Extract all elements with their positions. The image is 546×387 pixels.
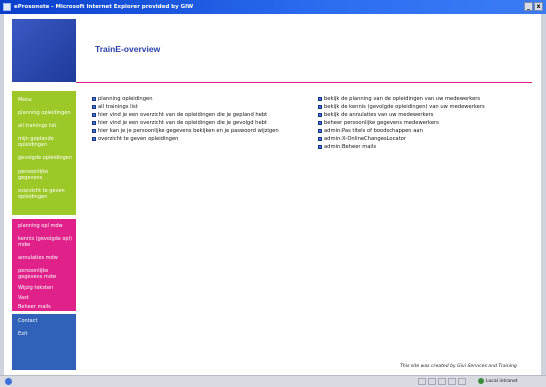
header-divider	[76, 82, 532, 83]
sidebar-item-wijzig-teksten[interactable]: Wijzig teksten	[18, 285, 74, 292]
minimize-button[interactable]: _	[524, 2, 533, 11]
sidebar-menu-general: Contact Exit	[12, 314, 76, 370]
link-admin-beheer-mails[interactable]: admin:Beheer mails	[318, 144, 376, 150]
link-planning-opleidingen[interactable]: planning opleidingen	[92, 96, 153, 102]
link-bullet-icon	[92, 97, 96, 101]
page-viewport	[0, 14, 546, 375]
sidebar-item-contact[interactable]: Contact	[18, 318, 74, 325]
window-border-right	[541, 14, 546, 375]
sidebar-item-persoonlijke-gegevens-mdw[interactable]: persoonlijke gegevens mdw	[18, 268, 74, 280]
link-label: bekijk de annulaties van uw medewerkers	[324, 112, 434, 118]
link-label: hier kan je je persoonlijke gegevens bek…	[98, 128, 279, 134]
link-label: all trainings list	[98, 104, 138, 110]
link-bullet-icon	[92, 121, 96, 125]
window-border-left	[0, 14, 4, 375]
link-label: bekijk de kennis (gevolgde opleidingen) …	[324, 104, 485, 110]
window-title-bar[interactable]: eProsonote - Microsoft Internet Explorer…	[0, 0, 546, 14]
browser-icon	[3, 3, 11, 11]
status-panels	[418, 378, 466, 385]
sidebar-heading-menu: Menu	[18, 97, 32, 103]
link-bullet-icon	[318, 121, 322, 125]
link-label: admin:X-OnlineChangesLocator	[324, 136, 406, 142]
sidebar-item-overzicht-te-geven[interactable]: overzicht te geven opleidingen	[18, 188, 74, 200]
sidebar-item-all-trainings-list[interactable]: all trainings list	[18, 123, 74, 130]
status-panel	[418, 378, 426, 385]
link-bullet-icon	[92, 113, 96, 117]
status-panel	[438, 378, 446, 385]
link-admin-changes-locator[interactable]: admin:X-OnlineChangesLocator	[318, 136, 406, 142]
status-panel	[428, 378, 436, 385]
link-label: bekijk de planning van de opleidingen va…	[324, 96, 481, 102]
link-bullet-icon	[318, 105, 322, 109]
link-gevolgd-overzicht[interactable]: hier vind je een overzicht van de opleid…	[92, 120, 267, 126]
link-admin-titels[interactable]: admin:Pas titels of boodschappen aan	[318, 128, 423, 134]
link-gepland-overzicht[interactable]: hier vind je een overzicht van de opleid…	[92, 112, 267, 118]
link-bullet-icon	[318, 129, 322, 133]
link-persoonlijke-gegevens[interactable]: hier kan je je persoonlijke gegevens bek…	[92, 128, 279, 134]
link-label: overzicht te geven opleidingen	[98, 136, 179, 142]
security-zone[interactable]: Local intranet	[478, 378, 518, 384]
link-bullet-icon	[318, 97, 322, 101]
link-bullet-icon	[318, 113, 322, 117]
window-title: eProsonote - Microsoft Internet Explorer…	[14, 4, 194, 10]
sidebar-item-beheer-mails[interactable]: Beheer mails	[18, 304, 74, 311]
link-planning-medewerkers[interactable]: bekijk de planning van de opleidingen va…	[318, 96, 480, 102]
link-bullet-icon	[92, 129, 96, 133]
status-panel	[448, 378, 456, 385]
link-label: beheer persoonlijke gegevens medewerkers	[324, 120, 439, 126]
link-bullet-icon	[92, 105, 96, 109]
status-bar: Local intranet	[0, 375, 546, 387]
link-overzicht-te-geven[interactable]: overzicht te geven opleidingen	[92, 136, 178, 142]
link-annulaties-medewerkers[interactable]: bekijk de annulaties van uw medewerkers	[318, 112, 433, 118]
link-all-trainings-list[interactable]: all trainings list	[92, 104, 138, 110]
footer-credit: This site was created by Givi Services a…	[400, 364, 517, 369]
sidebar-item-persoonlijke-gegevens[interactable]: persoonlijke gegevens	[18, 169, 74, 181]
link-label: admin:Beheer mails	[324, 144, 377, 150]
link-label: hier vind je een overzicht van de opleid…	[98, 120, 267, 126]
sidebar-item-mijn-geplande-opleidingen[interactable]: mijn geplande opleidingen	[18, 136, 74, 148]
link-label: hier vind je een overzicht van de opleid…	[98, 112, 268, 118]
sidebar-menu-manager: planning opl mdw kennis (gevolgde opl) m…	[12, 219, 76, 311]
link-bullet-icon	[318, 137, 322, 141]
link-bullet-icon	[92, 137, 96, 141]
sidebar-item-kennis-mdw[interactable]: kennis (gevolgde opl) mdw	[18, 236, 74, 248]
security-zone-label: Local intranet	[486, 378, 518, 384]
link-label: admin:Pas titels of boodschappen aan	[324, 128, 423, 134]
sidebar-item-annulaties-mdw[interactable]: annulaties mdw	[18, 255, 74, 262]
link-bullet-icon	[318, 145, 322, 149]
link-label: planning opleidingen	[98, 96, 153, 102]
sidebar-item-gevolgde-opleidingen[interactable]: gevolgde opleidingen	[18, 155, 74, 162]
close-button[interactable]: x	[534, 2, 543, 11]
page-title: TrainE-overview	[95, 44, 161, 54]
header-logo-block	[12, 19, 76, 82]
status-panel	[458, 378, 466, 385]
link-beheer-gegevens-medewerkers[interactable]: beheer persoonlijke gegevens medewerkers	[318, 120, 439, 126]
sidebar-item-exit[interactable]: Exit	[18, 331, 74, 338]
intranet-zone-icon	[478, 378, 484, 384]
page-status-icon	[5, 378, 12, 385]
sidebar-item-planning-opl-mdw[interactable]: planning opl mdw	[18, 223, 74, 230]
sidebar-menu-personal: Menu planning opleidingen all trainings …	[12, 91, 76, 215]
link-kennis-medewerkers[interactable]: bekijk de kennis (gevolgde opleidingen) …	[318, 104, 485, 110]
sidebar-item-planning-opleidingen[interactable]: planning opleidingen	[18, 110, 74, 117]
sidebar-item-vast[interactable]: Vast	[18, 295, 74, 302]
